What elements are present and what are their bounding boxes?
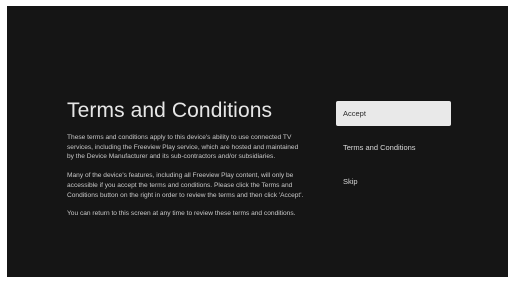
terms-paragraph-2: Many of the device's features, including… xyxy=(67,172,304,199)
terms-paragraph-3: You can return to this screen at any tim… xyxy=(67,210,296,218)
action-menu: Accept Terms and Conditions Skip xyxy=(336,101,451,203)
page-title: Terms and Conditions xyxy=(67,99,273,122)
tv-screen: Terms and Conditions These terms and con… xyxy=(7,6,508,277)
accept-button[interactable]: Accept xyxy=(336,101,451,126)
terms-and-conditions-button[interactable]: Terms and Conditions xyxy=(336,135,451,160)
skip-button[interactable]: Skip xyxy=(336,169,451,194)
terms-panel: Terms and Conditions These terms and con… xyxy=(67,98,305,228)
terms-paragraph-1: These terms and conditions apply to this… xyxy=(67,134,299,161)
terms-body: These terms and conditions apply to this… xyxy=(67,133,305,219)
